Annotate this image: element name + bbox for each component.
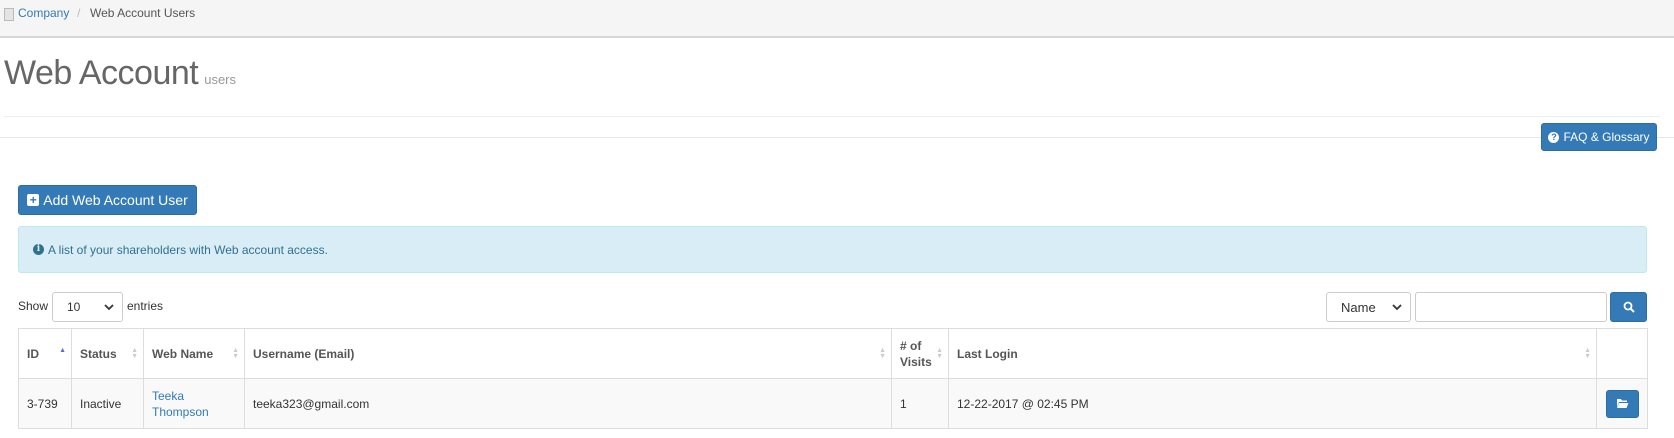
breadcrumb: Company / Web Account Users	[0, 0, 1674, 38]
sort-both-icon: ▲ ▼	[131, 346, 138, 360]
table-row: 3-739 Inactive Teeka Thompson teeka323@g…	[18, 378, 1648, 429]
info-circle-icon: i	[33, 244, 44, 255]
column-header-status[interactable]: Status ▲ ▼	[71, 328, 144, 379]
web-users-table: ID ▲▼ Status ▲▼ Web Name ▲▼ Username (Email…	[18, 328, 1648, 429]
sort-both-icon: ▲ ▼	[879, 346, 886, 360]
title-divider	[4, 116, 1660, 117]
search-field-value: Name	[1341, 300, 1376, 315]
column-header-last-login-label: Last Login	[957, 346, 1018, 361]
column-header-visits-label: # of Visits	[900, 338, 932, 369]
add-web-account-user-button[interactable]: + Add Web Account User	[18, 185, 197, 215]
column-header-web-name[interactable]: Web Name ▲ ▼	[143, 328, 245, 379]
page-subtitle: users	[204, 72, 237, 87]
sort-both-icon: ▲ ▼	[232, 346, 239, 360]
column-header-visits[interactable]: # of Visits ▲ ▼	[891, 328, 949, 379]
chevron-down-icon	[1392, 304, 1402, 311]
breadcrumb-company-link[interactable]: Company	[18, 6, 69, 20]
search-icon	[1623, 301, 1635, 313]
sort-both-icon: ▲ ▼	[1584, 346, 1591, 360]
faq-glossary-label: FAQ & Glossary	[1563, 130, 1650, 144]
plus-square-icon: +	[27, 194, 40, 206]
column-header-status-label: Status	[80, 346, 117, 361]
column-header-actions	[1596, 328, 1648, 379]
search-input[interactable]	[1415, 292, 1607, 322]
faq-glossary-button[interactable]: ? FAQ & Glossary	[1541, 123, 1657, 151]
sort-both-icon: ▲ ▼	[936, 346, 943, 360]
cell-actions	[1596, 378, 1648, 429]
page-title-text: Web Account	[4, 54, 199, 92]
breadcrumb-separator: /	[77, 6, 81, 20]
info-alert-text: A list of your shareholders with Web acc…	[48, 242, 328, 257]
page-title: Web Account users	[4, 54, 236, 93]
search-field-select[interactable]: Name	[1326, 292, 1411, 322]
show-label: Show	[18, 299, 49, 313]
cell-last-login: 12-22-2017 @ 02:45 PM	[948, 378, 1597, 429]
cell-email: teeka323@gmail.com	[244, 378, 892, 429]
folder-open-icon	[1616, 399, 1628, 408]
add-web-account-user-label: Add Web Account User	[43, 192, 188, 208]
web-name-link[interactable]: Teeka Thompson	[152, 389, 209, 419]
cell-web-name: Teeka Thompson	[143, 378, 245, 429]
entries-per-page-select[interactable]: 10	[52, 292, 123, 322]
sort-asc-icon: ▲▼	[59, 346, 66, 354]
chevron-down-icon	[104, 304, 114, 311]
search-button[interactable]	[1610, 292, 1647, 322]
cell-id: 3-739	[18, 378, 72, 429]
column-header-username[interactable]: Username (Email) ▲ ▼	[244, 328, 892, 379]
table-header-row: ID ▲▼ Status ▲▼ Web Name ▲▼ Username (Email…	[18, 328, 1648, 379]
breadcrumb-current: Web Account Users	[90, 6, 196, 20]
column-header-username-label: Username (Email)	[253, 346, 355, 361]
question-circle-icon: ?	[1548, 131, 1560, 143]
cell-status: Inactive	[71, 378, 144, 429]
info-alert: i A list of your shareholders with Web a…	[18, 226, 1647, 273]
column-header-id-label: ID	[27, 346, 39, 361]
column-header-id[interactable]: ID ▲▼	[18, 328, 72, 379]
column-header-web-name-label: Web Name	[152, 346, 214, 361]
open-account-button[interactable]	[1605, 389, 1639, 418]
entries-label: entries	[127, 299, 164, 313]
building-icon	[4, 8, 14, 21]
entries-per-page-value: 10	[67, 300, 81, 314]
cell-visits: 1	[891, 378, 949, 429]
column-header-last-login[interactable]: Last Login ▲ ▼	[948, 328, 1597, 379]
header-divider	[0, 137, 1674, 138]
